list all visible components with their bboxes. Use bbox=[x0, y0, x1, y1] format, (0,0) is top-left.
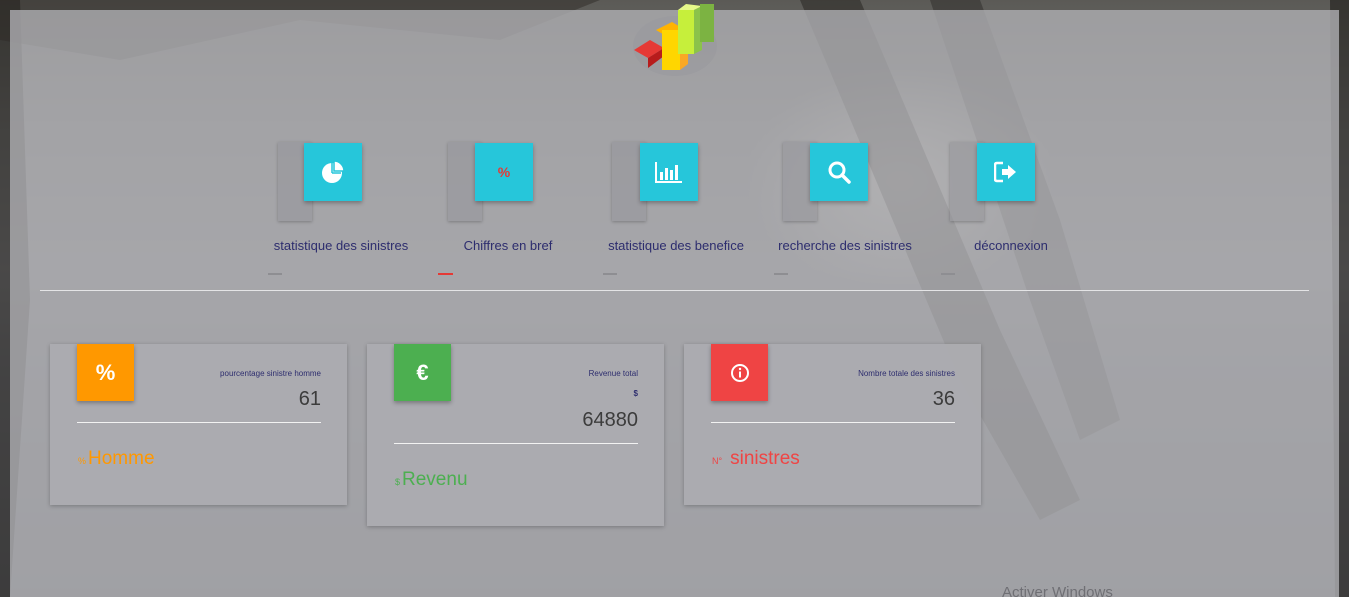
nav-chiffres-en-bref[interactable]: % Chiffres en bref bbox=[423, 142, 593, 282]
nav-label: déconnexion bbox=[974, 238, 1048, 253]
card-category: Nombre totale des sinistres bbox=[858, 369, 955, 378]
card-footer-text: sinistres bbox=[730, 448, 800, 469]
section-divider bbox=[40, 290, 1309, 291]
card-icon-glyph: % bbox=[95, 359, 116, 385]
card-category: pourcentage sinistre homme bbox=[220, 369, 321, 378]
card-category: Revenue total bbox=[588, 369, 638, 378]
nav-underline-active bbox=[438, 273, 453, 275]
nav-label: statistique des benefice bbox=[608, 238, 744, 253]
nav-label: recherche des sinistres bbox=[778, 238, 912, 253]
card-footer-prefix: $ bbox=[395, 477, 401, 487]
card-divider bbox=[394, 443, 638, 444]
nav-statistique-sinistres[interactable]: statistique des sinistres bbox=[256, 142, 426, 282]
nav-underline bbox=[774, 273, 788, 275]
card-footer: N° sinistres bbox=[712, 448, 800, 470]
percent-icon: % bbox=[77, 344, 134, 401]
percent-glyph: % bbox=[497, 164, 511, 180]
nav-underline bbox=[603, 273, 617, 275]
pie-chart-icon[interactable] bbox=[304, 143, 362, 201]
percent-icon[interactable]: % bbox=[475, 143, 533, 201]
card-nombre-sinistres: Nombre totale des sinistres 36 N° sinistr… bbox=[684, 344, 981, 505]
card-footer: % Homme bbox=[78, 448, 155, 470]
card-unit: $ bbox=[633, 389, 638, 398]
app-logo bbox=[633, 4, 717, 76]
windows-watermark: Activer Windows bbox=[1002, 584, 1113, 597]
card-footer-text: Homme bbox=[88, 448, 155, 469]
nav-underline bbox=[268, 273, 282, 275]
card-value: 36 bbox=[932, 388, 955, 410]
card-divider bbox=[711, 422, 955, 423]
card-footer: $ Revenu bbox=[395, 469, 468, 491]
card-pourcentage-homme: % pourcentage sinistre homme 61 % Homme bbox=[50, 344, 347, 505]
card-revenue-total: € Revenue total $ 64880 $ Revenu bbox=[367, 344, 664, 526]
bar-chart-icon[interactable] bbox=[640, 143, 698, 201]
nav-deconnexion[interactable]: déconnexion bbox=[926, 142, 1096, 282]
nav-statistique-benefice[interactable]: statistique des benefice bbox=[591, 142, 761, 282]
card-icon-glyph: € bbox=[416, 359, 429, 385]
nav-recherche-sinistres[interactable]: recherche des sinistres bbox=[760, 142, 930, 282]
nav-label: statistique des sinistres bbox=[273, 238, 409, 253]
logout-icon[interactable] bbox=[977, 143, 1035, 201]
card-footer-prefix: N° bbox=[712, 456, 723, 466]
info-icon bbox=[711, 344, 768, 401]
euro-icon: € bbox=[394, 344, 451, 401]
card-divider bbox=[77, 422, 321, 423]
main-panel bbox=[10, 10, 1339, 597]
card-footer-prefix: % bbox=[78, 456, 87, 466]
nav-label: Chiffres en bref bbox=[463, 238, 553, 253]
nav-underline bbox=[941, 273, 955, 275]
card-value: 64880 bbox=[582, 409, 638, 431]
card-value: 61 bbox=[298, 388, 321, 410]
card-footer-text: Revenu bbox=[402, 469, 468, 490]
search-icon[interactable] bbox=[810, 143, 868, 201]
